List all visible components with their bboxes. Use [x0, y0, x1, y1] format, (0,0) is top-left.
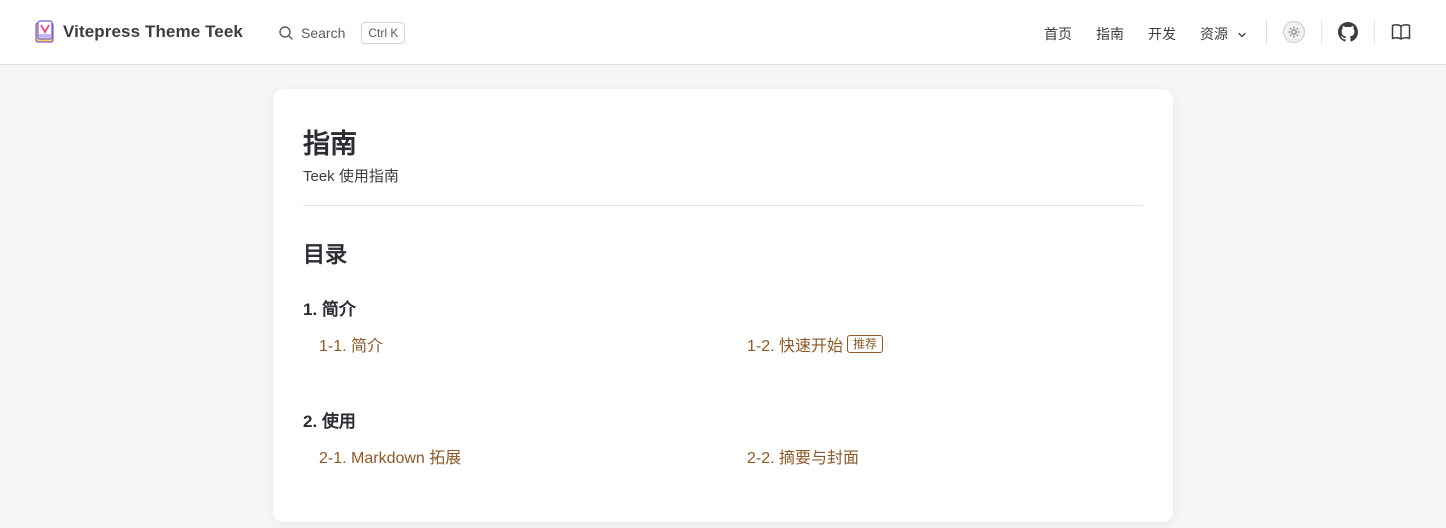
toc-link-label: 1-2. 快速开始 [747, 338, 844, 355]
nav-dropdown-label: 资源 [1200, 26, 1228, 42]
toc-title: 目录 [303, 242, 348, 267]
search-button[interactable]: Search Ctrl K [278, 21, 406, 45]
toc-link-label: 1-1. 简介 [319, 338, 384, 355]
brand-title: Vitepress Theme Teek [63, 22, 243, 41]
nav-link-develop[interactable]: 开发 [1148, 24, 1176, 44]
catalogue-card: 指南 Teek 使用指南 目录 1. 简介 1-1. 简介 1-2. 快速开始 … [273, 89, 1173, 522]
nav-divider [1266, 20, 1267, 44]
search-shortcut-badge: Ctrl K [361, 22, 406, 44]
toc-link[interactable]: 2-2. 摘要与封面 [747, 444, 859, 468]
nav-divider [1374, 20, 1375, 44]
book-icon [1391, 24, 1411, 40]
recommend-badge: 推荐 [847, 335, 884, 353]
nav-link-home[interactable]: 首页 [1044, 24, 1072, 44]
toc-link[interactable]: 1-1. 简介 [319, 332, 383, 356]
github-link[interactable] [1336, 20, 1360, 44]
toc-link-label: 2-1. Markdown 拓展 [319, 450, 462, 467]
toc-link-label: 2-2. 摘要与封面 [747, 450, 860, 467]
github-icon [1338, 22, 1358, 42]
search-label: Search [301, 25, 346, 41]
toc-group-title: 2. 使用 [303, 412, 356, 431]
top-navbar: Vitepress Theme Teek Search Ctrl K 首页 指南… [0, 0, 1446, 65]
nav-divider [1321, 20, 1322, 44]
brand-link[interactable]: Vitepress Theme Teek [34, 19, 243, 45]
reading-mode-button[interactable] [1389, 20, 1413, 44]
theme-toggle-button[interactable] [1282, 20, 1306, 44]
toc-link[interactable]: 2-1. Markdown 拓展 [319, 444, 461, 468]
theme-toggle-icon [1283, 21, 1305, 43]
nav-dropdown-resources[interactable]: 资源 [1200, 24, 1247, 44]
page-description: Teek 使用指南 [303, 168, 399, 185]
page-title: 指南 [303, 129, 357, 159]
search-icon [279, 26, 293, 40]
toc-group-title: 1. 简介 [303, 300, 356, 319]
chevron-down-icon [1238, 33, 1246, 38]
divider [303, 205, 1143, 206]
toc-link[interactable]: 1-2. 快速开始 推荐 [747, 332, 884, 356]
logo-icon [35, 20, 54, 43]
nav-link-guide[interactable]: 指南 [1096, 24, 1124, 44]
